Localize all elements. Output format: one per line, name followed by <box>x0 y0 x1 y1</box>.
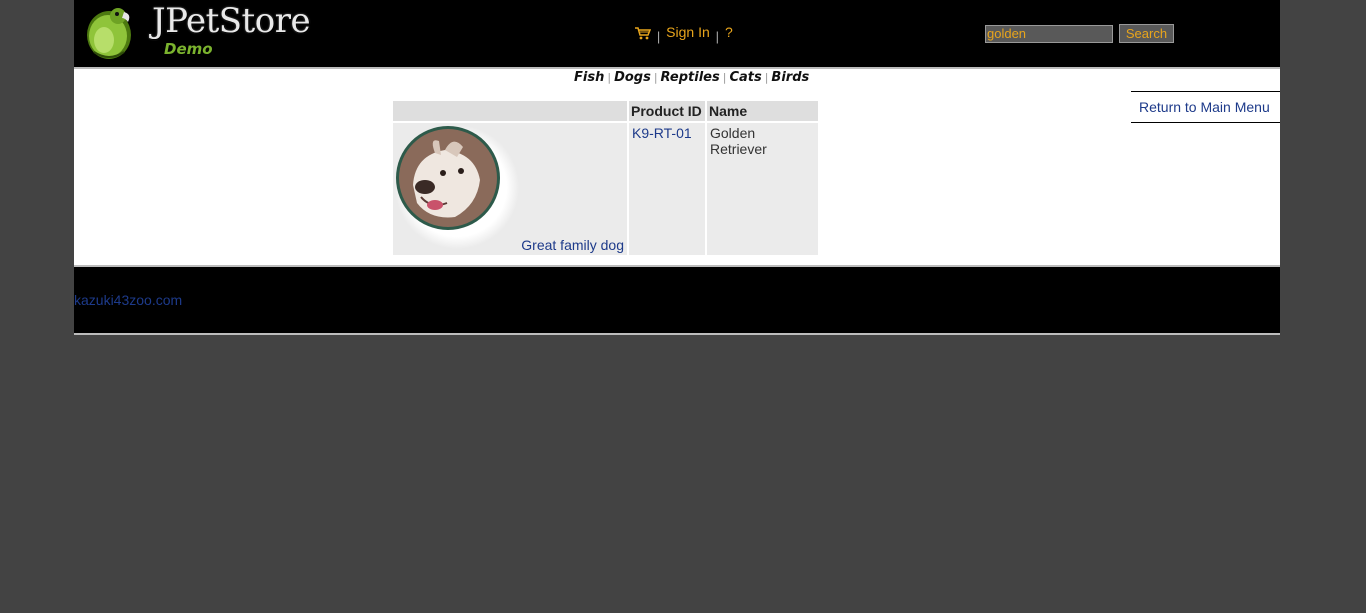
search-button[interactable]: Search <box>1118 24 1175 43</box>
quicklink-dogs[interactable]: Dogs <box>614 70 651 85</box>
menu-separator: | <box>656 29 661 44</box>
menu-separator: | <box>715 29 720 44</box>
column-header-product-id: Product ID <box>629 101 705 121</box>
header: JPetStore Demo | Sign In | ? Search <box>74 0 1280 67</box>
quicklink-fish[interactable]: Fish <box>574 70 604 85</box>
product-name-cell: Golden Retriever <box>707 123 818 255</box>
logo-title: JPetStore <box>152 1 311 41</box>
logo-subtitle: Demo <box>164 40 213 58</box>
table-row: Great family dog K9-RT-01 Golden Retriev… <box>393 123 818 255</box>
product-description-link[interactable]: Great family dog <box>521 237 624 253</box>
parrot-logo-icon <box>87 8 131 59</box>
product-table: Product ID Name Great family dog K9-RT-0… <box>391 99 820 257</box>
return-to-main-menu-link[interactable]: Return to Main Menu <box>1139 99 1270 115</box>
quicklink-separator: | <box>607 71 612 84</box>
product-id-link[interactable]: K9-RT-01 <box>632 125 692 141</box>
quicklink-birds[interactable]: Birds <box>771 70 809 85</box>
quicklink-separator: | <box>722 71 727 84</box>
search-input[interactable] <box>985 24 1113 43</box>
sign-in-link[interactable]: Sign In <box>666 24 710 40</box>
column-header-name: Name <box>707 101 818 121</box>
column-header-image <box>393 101 627 121</box>
product-id-cell: K9-RT-01 <box>629 123 705 255</box>
category-quicklinks: Fish | Dogs | Reptiles | Cats | Birds <box>574 70 809 85</box>
quicklink-separator: | <box>653 71 658 84</box>
back-link-box: Return to Main Menu <box>1131 91 1280 123</box>
table-header-row: Product ID Name <box>393 101 818 121</box>
help-link[interactable]: ? <box>725 24 733 40</box>
product-image-cell: Great family dog <box>393 123 627 255</box>
shopping-cart-icon[interactable] <box>634 26 651 40</box>
page-wrapper: JPetStore Demo | Sign In | ? Search Fish… <box>74 0 1280 335</box>
quicklink-separator: | <box>764 71 769 84</box>
logo[interactable]: JPetStore Demo <box>84 1 311 60</box>
footer-link[interactable]: kazuki43zoo.com <box>74 292 182 308</box>
quicklink-reptiles[interactable]: Reptiles <box>661 70 720 85</box>
dog-product-image[interactable] <box>395 125 519 249</box>
header-menu: | Sign In | ? <box>634 24 733 44</box>
search-form: Search <box>985 24 1175 43</box>
quicklink-cats[interactable]: Cats <box>729 70 761 85</box>
footer: kazuki43zoo.com <box>74 267 1280 335</box>
content: Fish | Dogs | Reptiles | Cats | Birds Return to … <box>74 67 1280 267</box>
